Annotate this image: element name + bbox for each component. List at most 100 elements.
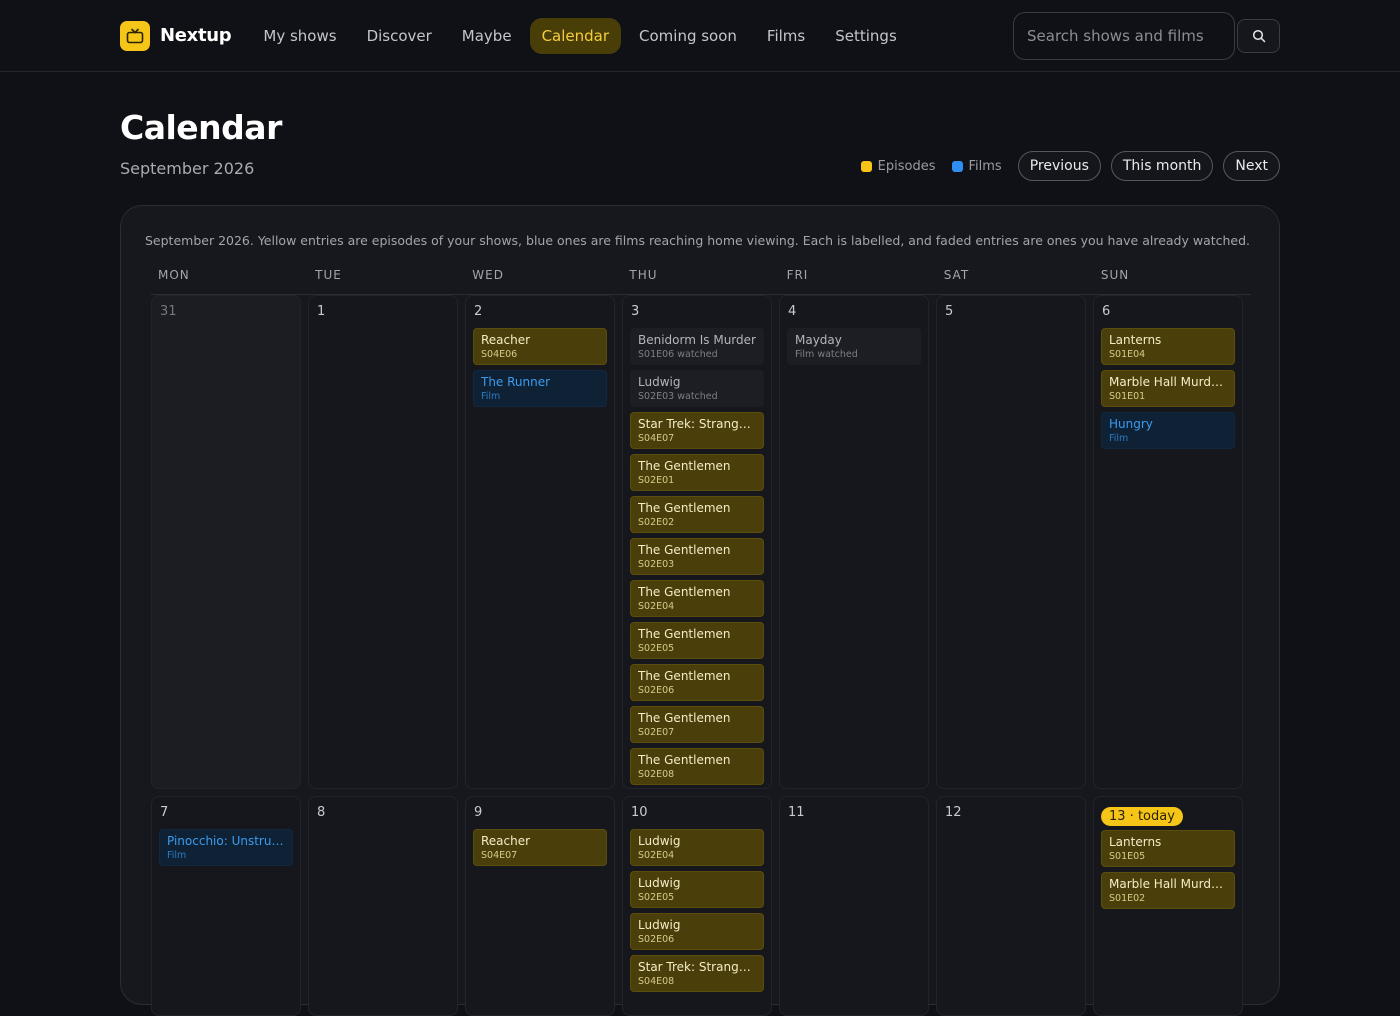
entry-subtitle: S02E05 [638,643,675,654]
film-entry[interactable]: Pinocchio: Unstrung Film [159,829,293,866]
this-month-button[interactable]: This month [1110,151,1214,181]
nav-settings[interactable]: Settings [823,18,909,54]
entry-subtitle: S01E04 [1109,349,1146,360]
search-icon [1252,29,1265,42]
entry-subtitle: S02E07 [638,727,675,738]
calendar-day-cell[interactable]: 10 Ludwig S02E04 Ludwig S02E05 Ludwig S02E06 St… [622,796,772,1016]
search-button[interactable] [1237,18,1280,53]
entry-title: The Runner [481,375,551,389]
entry-title: The Gentlemen [638,543,731,557]
watched-entry[interactable]: Mayday Film watched [787,328,921,365]
entry-title: Marble Hall Murders [1109,375,1227,389]
episode-entry[interactable]: The Gentlemen S02E04 [630,580,764,617]
entry-title: Mayday [795,333,842,347]
film-entry[interactable]: The Runner Film [473,370,607,407]
entry-subtitle: S02E06 [638,685,675,696]
day-number: 10 [631,805,648,820]
app-name: Nextup [160,25,232,46]
calendar-day-cell[interactable]: 31 [151,295,301,789]
entry-title: Reacher [481,333,531,347]
episode-entry[interactable]: Reacher S04E06 [473,328,607,365]
episode-entry[interactable]: Star Trek: Strange New Worlds S04E08 [630,955,764,992]
entry-title: Hungry [1109,417,1153,431]
episode-entry[interactable]: The Gentlemen S02E02 [630,496,764,533]
nav-calendar[interactable]: Calendar [529,17,622,54]
calendar-day-cell[interactable]: 11 [779,796,929,1016]
episode-entry[interactable]: Ludwig S02E04 [630,829,764,866]
entry-subtitle: S02E06 [638,934,675,945]
episode-entry[interactable]: The Gentlemen S02E03 [630,538,764,575]
entry-title: The Gentlemen [638,753,731,767]
episode-entry[interactable]: Lanterns S01E04 [1101,328,1235,365]
calendar-day-cell[interactable]: 1 [308,295,458,789]
entry-title: Star Trek: Strange New Worlds [638,960,756,974]
episode-entry[interactable]: The Gentlemen S02E05 [630,622,764,659]
calendar-day-cell[interactable]: 13 · today Lanterns S01E05 Marble Hall Murd… [1093,796,1243,1016]
entry-title: The Gentlemen [638,501,731,515]
brand[interactable]: Nextup [120,20,232,51]
calendar-day-cell[interactable]: 8 [308,796,458,1016]
episode-entry[interactable]: Ludwig S02E06 [630,913,764,950]
entry-subtitle: S02E05 [638,892,675,903]
calendar-week: 7 Pinocchio: Unstrung Film 8 9 Reacher S04E07 1… [151,796,1251,1016]
legend-episodes-label: Episodes [877,158,936,174]
entry-title: Pinocchio: Unstrung [167,834,285,848]
today-badge: 13 · today [1101,807,1183,826]
calendar-day-cell[interactable]: 7 Pinocchio: Unstrung Film [151,796,301,1016]
episode-entry[interactable]: Ludwig S02E05 [630,871,764,908]
nav-films[interactable]: Films [755,18,817,54]
entry-subtitle: S02E08 [638,769,675,780]
calendar-day-cell[interactable]: 6 Lanterns S01E04 Marble Hall Murders S01E01… [1093,295,1243,789]
nav-coming-soon[interactable]: Coming soon [627,18,749,54]
page-title: Calendar [120,108,282,147]
film-entry[interactable]: Hungry Film [1101,412,1235,449]
calendar-controls: Episodes Films Previous This month Next [860,151,1280,181]
entry-title: Star Trek: Strange New Worlds [638,417,756,431]
episode-entry[interactable]: The Gentlemen S02E08 [630,748,764,785]
entry-subtitle: Film [481,391,501,402]
calendar-day-cell[interactable]: 9 Reacher S04E07 [465,796,615,1016]
nav-maybe[interactable]: Maybe [450,18,524,54]
episode-entry[interactable]: Marble Hall Murders S01E02 [1101,872,1235,909]
calendar-panel: September 2026. Yellow entries are episo… [120,205,1280,1016]
episode-entry[interactable]: The Gentlemen S02E07 [630,706,764,743]
episode-entry[interactable]: The Gentlemen S02E06 [630,664,764,701]
weekday-label: THU [629,268,658,282]
day-number: 3 [631,304,640,319]
calendar-day-cell[interactable]: 12 [936,796,1086,1016]
watched-entry[interactable]: Ludwig S02E03 watched [630,370,764,407]
entry-title: Lanterns [1109,835,1162,849]
weekday-label: SUN [1100,268,1130,282]
episode-entry[interactable]: Lanterns S01E05 [1101,830,1235,867]
entry-title: The Gentlemen [638,627,731,641]
previous-month-button[interactable]: Previous [1017,151,1101,181]
entry-subtitle: S04E06 [481,349,518,360]
watched-entry[interactable]: Benidorm Is Murder S01E06 watched [630,328,764,365]
entry-subtitle: S04E07 [481,850,518,861]
episode-entry[interactable]: The Gentlemen S02E01 [630,454,764,491]
calendar-day-cell[interactable]: 3 Benidorm Is Murder S01E06 watched Ludwig S… [622,295,772,789]
episode-entry[interactable]: Reacher S04E07 [473,829,607,866]
entry-title: Marble Hall Murders [1109,877,1227,891]
episode-entry[interactable]: Marble Hall Murders S01E01 [1101,370,1235,407]
main-nav: My shows Discover Maybe Calendar Coming … [251,17,909,54]
entry-subtitle: S01E06 watched [638,349,718,360]
entry-subtitle: Film watched [795,349,858,360]
calendar-day-cell[interactable]: 4 Mayday Film watched [779,295,929,789]
next-month-button[interactable]: Next [1223,151,1280,181]
day-number: 11 [788,805,805,820]
entry-title: The Gentlemen [638,711,731,725]
nav-my-shows[interactable]: My shows [251,18,348,54]
entry-subtitle: S02E03 [638,559,675,570]
episode-entry[interactable]: Star Trek: Strange New Worlds S04E07 [630,412,764,449]
search-input[interactable] [1013,11,1235,60]
calendar-day-cell[interactable]: 5 [936,295,1086,789]
entry-subtitle: S02E04 [638,850,675,861]
nav-discover[interactable]: Discover [355,18,444,54]
episode-swatch [860,160,872,172]
entry-title: Ludwig [638,918,681,932]
weekday-label: TUE [315,268,342,282]
day-number: 6 [1102,304,1111,319]
calendar-day-cell[interactable]: 2 Reacher S04E06 The Runner Film [465,295,615,789]
entry-title: The Gentlemen [638,459,731,473]
